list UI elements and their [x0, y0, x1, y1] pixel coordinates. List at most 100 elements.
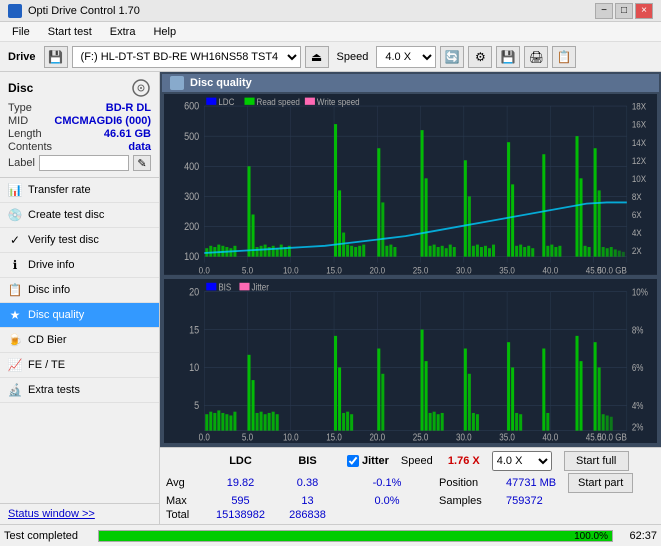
svg-text:15: 15 — [189, 324, 199, 336]
drive-info-icon: ℹ — [8, 258, 22, 272]
nav-verify-test-disc[interactable]: ✓ Verify test disc — [0, 228, 159, 253]
nav-drive-info-label: Drive info — [28, 259, 74, 271]
label-edit-button[interactable]: ✎ — [133, 155, 151, 171]
stats-total-row: Total 15138982 286838 — [166, 509, 655, 521]
max-label: Max — [166, 495, 201, 507]
print-button[interactable]: 🖨 — [524, 46, 548, 68]
save-button[interactable]: 💾 — [496, 46, 520, 68]
svg-text:14X: 14X — [632, 137, 646, 148]
avg-ldc: 19.82 — [213, 477, 268, 489]
speed-stat-select[interactable]: 4.0 X — [492, 451, 552, 471]
label-label: Label — [8, 157, 35, 169]
chart2-area: 20 15 10 5 10% 8% 6% 4% 2% 0.0 5.0 10.0 — [164, 279, 657, 443]
transfer-rate-icon: 📊 — [8, 183, 22, 197]
svg-text:500: 500 — [184, 131, 199, 143]
chart2-svg: 20 15 10 5 10% 8% 6% 4% 2% 0.0 5.0 10.0 — [164, 279, 657, 443]
panel-title: Disc quality — [190, 77, 252, 89]
toolbar: Drive 💾 (F:) HL-DT-ST BD-RE WH16NS58 TST… — [0, 42, 661, 72]
svg-text:600: 600 — [184, 101, 199, 113]
settings-button[interactable]: ⚙ — [468, 46, 492, 68]
bottom-progress-fill — [99, 531, 612, 541]
svg-text:40.0: 40.0 — [543, 265, 559, 275]
svg-text:0.0: 0.0 — [199, 265, 210, 275]
svg-text:5: 5 — [194, 400, 199, 412]
start-full-button[interactable]: Start full — [564, 451, 629, 471]
start-part-button[interactable]: Start part — [568, 473, 633, 493]
svg-text:300: 300 — [184, 191, 199, 203]
svg-text:LDC: LDC — [218, 96, 235, 107]
svg-text:8X: 8X — [632, 191, 642, 202]
bottom-progress-bar: 100.0% — [98, 530, 613, 542]
bottom-time: 62:37 — [617, 530, 657, 542]
svg-text:10: 10 — [189, 362, 199, 374]
drive-icon-btn[interactable]: 💾 — [44, 46, 68, 68]
nav-drive-info[interactable]: ℹ Drive info — [0, 253, 159, 278]
nav-extra-tests[interactable]: 🔬 Extra tests — [0, 378, 159, 403]
svg-text:20: 20 — [189, 286, 199, 298]
speed-stat-value: 1.76 X — [448, 455, 480, 467]
svg-text:15.0: 15.0 — [326, 432, 342, 443]
titlebar-controls: − □ × — [595, 3, 653, 19]
menu-file[interactable]: File — [4, 24, 38, 40]
chart1-svg: 600 500 400 300 200 100 18X 16X 14X 12X … — [164, 94, 657, 275]
nav-extra-tests-label: Extra tests — [28, 384, 80, 396]
jitter-checkbox[interactable] — [347, 455, 359, 467]
svg-text:200: 200 — [184, 221, 199, 233]
disc-contents-row: Contents data — [8, 141, 151, 153]
maximize-button[interactable]: □ — [615, 3, 633, 19]
nav-disc-info-label: Disc info — [28, 284, 70, 296]
drive-select[interactable]: (F:) HL-DT-ST BD-RE WH16NS58 TST4 — [72, 46, 301, 68]
type-value: BD-R DL — [106, 102, 151, 114]
nav-cd-bier[interactable]: 🍺 CD Bier — [0, 328, 159, 353]
close-button[interactable]: × — [635, 3, 653, 19]
svg-text:20.0: 20.0 — [369, 265, 385, 275]
bottom-status-bar: Test completed 100.0% 62:37 — [0, 524, 661, 546]
bottom-progress-label: 100.0% — [574, 531, 608, 543]
menubar: File Start test Extra Help — [0, 22, 661, 42]
svg-text:30.0: 30.0 — [456, 432, 472, 443]
svg-text:BIS: BIS — [218, 281, 231, 292]
nav-fe-te[interactable]: 📈 FE / TE — [0, 353, 159, 378]
svg-text:35.0: 35.0 — [499, 432, 515, 443]
create-test-disc-icon: 💿 — [8, 208, 22, 222]
total-bis: 286838 — [280, 509, 335, 521]
nav-transfer-rate[interactable]: 📊 Transfer rate — [0, 178, 159, 203]
nav-items: 📊 Transfer rate 💿 Create test disc ✓ Ver… — [0, 178, 159, 503]
position-label: Position — [439, 477, 494, 489]
nav-create-test-disc[interactable]: 💿 Create test disc — [0, 203, 159, 228]
avg-jitter: -0.1% — [347, 477, 427, 489]
svg-text:25.0: 25.0 — [413, 265, 429, 275]
disc-section: Disc Type BD-R DL MID CMCMAGDI6 (000) Le… — [0, 72, 159, 178]
menu-extra[interactable]: Extra — [102, 24, 144, 40]
svg-text:25.0: 25.0 — [413, 432, 429, 443]
drive-label: Drive — [4, 51, 40, 63]
avg-label: Avg — [166, 477, 201, 489]
speed-select[interactable]: 4.0 X 1.0 X 2.0 X 8.0 X — [376, 46, 436, 68]
extra-button[interactable]: 📋 — [552, 46, 576, 68]
svg-text:100: 100 — [184, 252, 199, 264]
nav-disc-quality[interactable]: ★ Disc quality — [0, 303, 159, 328]
disc-title: Disc — [8, 81, 33, 95]
minimize-button[interactable]: − — [595, 3, 613, 19]
stats-header-row: LDC BIS Jitter Speed 1.76 X 4.0 X Start … — [166, 451, 655, 471]
svg-text:35.0: 35.0 — [499, 265, 515, 275]
svg-text:0.0: 0.0 — [199, 432, 210, 443]
menu-help[interactable]: Help — [145, 24, 184, 40]
svg-text:10%: 10% — [632, 286, 648, 297]
menu-start-test[interactable]: Start test — [40, 24, 100, 40]
svg-text:Write speed: Write speed — [317, 96, 360, 107]
stats-panel: LDC BIS Jitter Speed 1.76 X 4.0 X Start … — [160, 447, 661, 524]
label-input[interactable] — [39, 155, 129, 171]
svg-text:10.0: 10.0 — [283, 265, 299, 275]
disc-length-row: Length 46.61 GB — [8, 128, 151, 140]
eject-button[interactable]: ⏏ — [305, 46, 329, 68]
disc-label-row: Label ✎ — [8, 155, 151, 171]
samples-val: 759372 — [506, 495, 543, 507]
sidebar: Disc Type BD-R DL MID CMCMAGDI6 (000) Le… — [0, 72, 160, 524]
status-window-button[interactable]: Status window >> — [8, 508, 95, 520]
refresh-button[interactable]: 🔄 — [440, 46, 464, 68]
svg-text:5.0: 5.0 — [242, 265, 253, 275]
type-label: Type — [8, 102, 32, 114]
svg-text:8%: 8% — [632, 324, 644, 335]
nav-disc-info[interactable]: 📋 Disc info — [0, 278, 159, 303]
